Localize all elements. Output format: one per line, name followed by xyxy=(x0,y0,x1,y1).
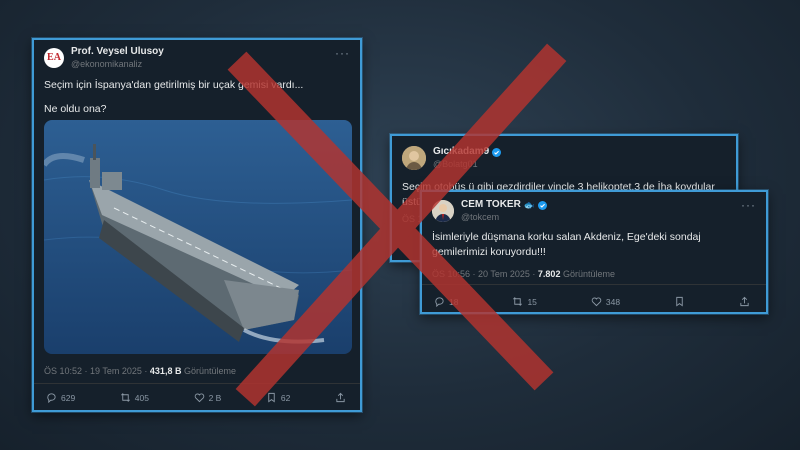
avatar[interactable] xyxy=(432,199,454,222)
display-name[interactable]: CEM TOKER xyxy=(461,199,521,212)
display-name[interactable]: Prof. Veysel Ulusoy xyxy=(71,46,164,59)
fish-emoji-icon: 🐟 xyxy=(523,199,536,210)
share-button[interactable] xyxy=(739,296,750,307)
reply-button[interactable]: 18 xyxy=(434,296,458,307)
tweet-meta: ÖS 10:52 · 19 Tem 2025 · 431,8 B Görüntü… xyxy=(44,366,236,376)
bookmark-icon xyxy=(268,392,275,403)
tweet-text-line: Seçim için İspanya'dan getirilmiş bir uç… xyxy=(44,79,304,91)
reply-count: 629 xyxy=(61,392,76,403)
bookmark-icon xyxy=(676,296,683,307)
verified-badge-icon xyxy=(492,147,502,157)
more-icon[interactable]: ··· xyxy=(741,198,756,212)
handle[interactable]: @ekonomikanaliz xyxy=(71,59,164,70)
divider xyxy=(34,383,360,384)
like-button[interactable]: 2 B xyxy=(194,392,222,403)
retweet-count: 15 xyxy=(527,296,537,307)
like-count: 2 B xyxy=(208,392,222,403)
more-icon[interactable]: ··· xyxy=(335,46,350,60)
divider xyxy=(422,284,766,285)
action-bar: 629 405 2 B 62 xyxy=(46,392,346,403)
views-label: Görüntüleme xyxy=(183,366,236,376)
bookmark-button[interactable]: 62 xyxy=(266,392,290,403)
reply-count: 18 xyxy=(449,296,459,307)
timestamp[interactable]: ÖS 10:56 · 20 Tem 2025 · xyxy=(432,269,535,279)
tweet-image-aircraft-carrier[interactable] xyxy=(44,120,352,354)
retweet-icon xyxy=(120,393,130,402)
tweet-text-line: Ne oldu ona? xyxy=(44,103,107,115)
tweet-card-ulusoy[interactable]: EA Prof. Veysel Ulusoy @ekonomikanaliz ·… xyxy=(32,38,362,412)
retweet-button[interactable]: 405 xyxy=(120,392,149,403)
avatar[interactable] xyxy=(402,146,426,170)
reply-icon xyxy=(47,393,56,403)
like-count: 348 xyxy=(605,296,621,307)
retweet-button[interactable]: 15 xyxy=(512,296,537,307)
views-label: Görüntüleme xyxy=(562,269,615,279)
avatar-portrait-icon xyxy=(432,199,454,222)
avatar-portrait-icon xyxy=(402,146,426,170)
retweet-icon xyxy=(513,297,523,306)
tweet-text: İsimleriyle düşmana korku salan Akdeniz,… xyxy=(432,231,701,259)
heart-icon xyxy=(591,297,602,307)
tweet-header: EA Prof. Veysel Ulusoy @ekonomikanaliz xyxy=(44,46,164,70)
avatar[interactable]: EA xyxy=(44,47,64,68)
heart-icon xyxy=(194,393,204,403)
tweet-header: CEM TOKER 🐟 @tokcem xyxy=(432,199,548,223)
verified-badge-icon xyxy=(538,200,548,210)
handle[interactable]: @tokcem xyxy=(461,212,547,223)
avatar-logo: EA xyxy=(47,52,61,64)
tweet-header: Gıcıkadam9 @Bolatg01 xyxy=(402,146,502,170)
reply-icon xyxy=(435,297,444,307)
action-bar: 18 15 348 xyxy=(434,296,750,307)
share-icon xyxy=(740,296,749,307)
handle[interactable]: @Bolatg01 xyxy=(433,159,501,170)
ship-illustration xyxy=(44,120,352,354)
reply-button[interactable]: 629 xyxy=(46,392,75,403)
timestamp[interactable]: ÖS 10:52 · 19 Tem 2025 · xyxy=(44,366,147,376)
bookmark-count: 62 xyxy=(280,392,291,403)
retweet-count: 405 xyxy=(134,392,149,403)
view-count: 431,8 B xyxy=(149,366,182,376)
share-button[interactable] xyxy=(335,392,346,403)
like-button[interactable]: 348 xyxy=(591,296,620,307)
share-icon xyxy=(336,392,345,403)
tweet-card-cemtoker[interactable]: CEM TOKER 🐟 @tokcem ··· İsimleriyle düşm… xyxy=(420,190,768,314)
bookmark-button[interactable] xyxy=(674,296,685,307)
display-name[interactable]: Gıcıkadam9 xyxy=(433,146,489,159)
tweet-meta: ÖS 10:56 · 20 Tem 2025 · 7.802 Görüntüle… xyxy=(432,269,615,279)
view-count: 7.802 xyxy=(537,269,561,279)
